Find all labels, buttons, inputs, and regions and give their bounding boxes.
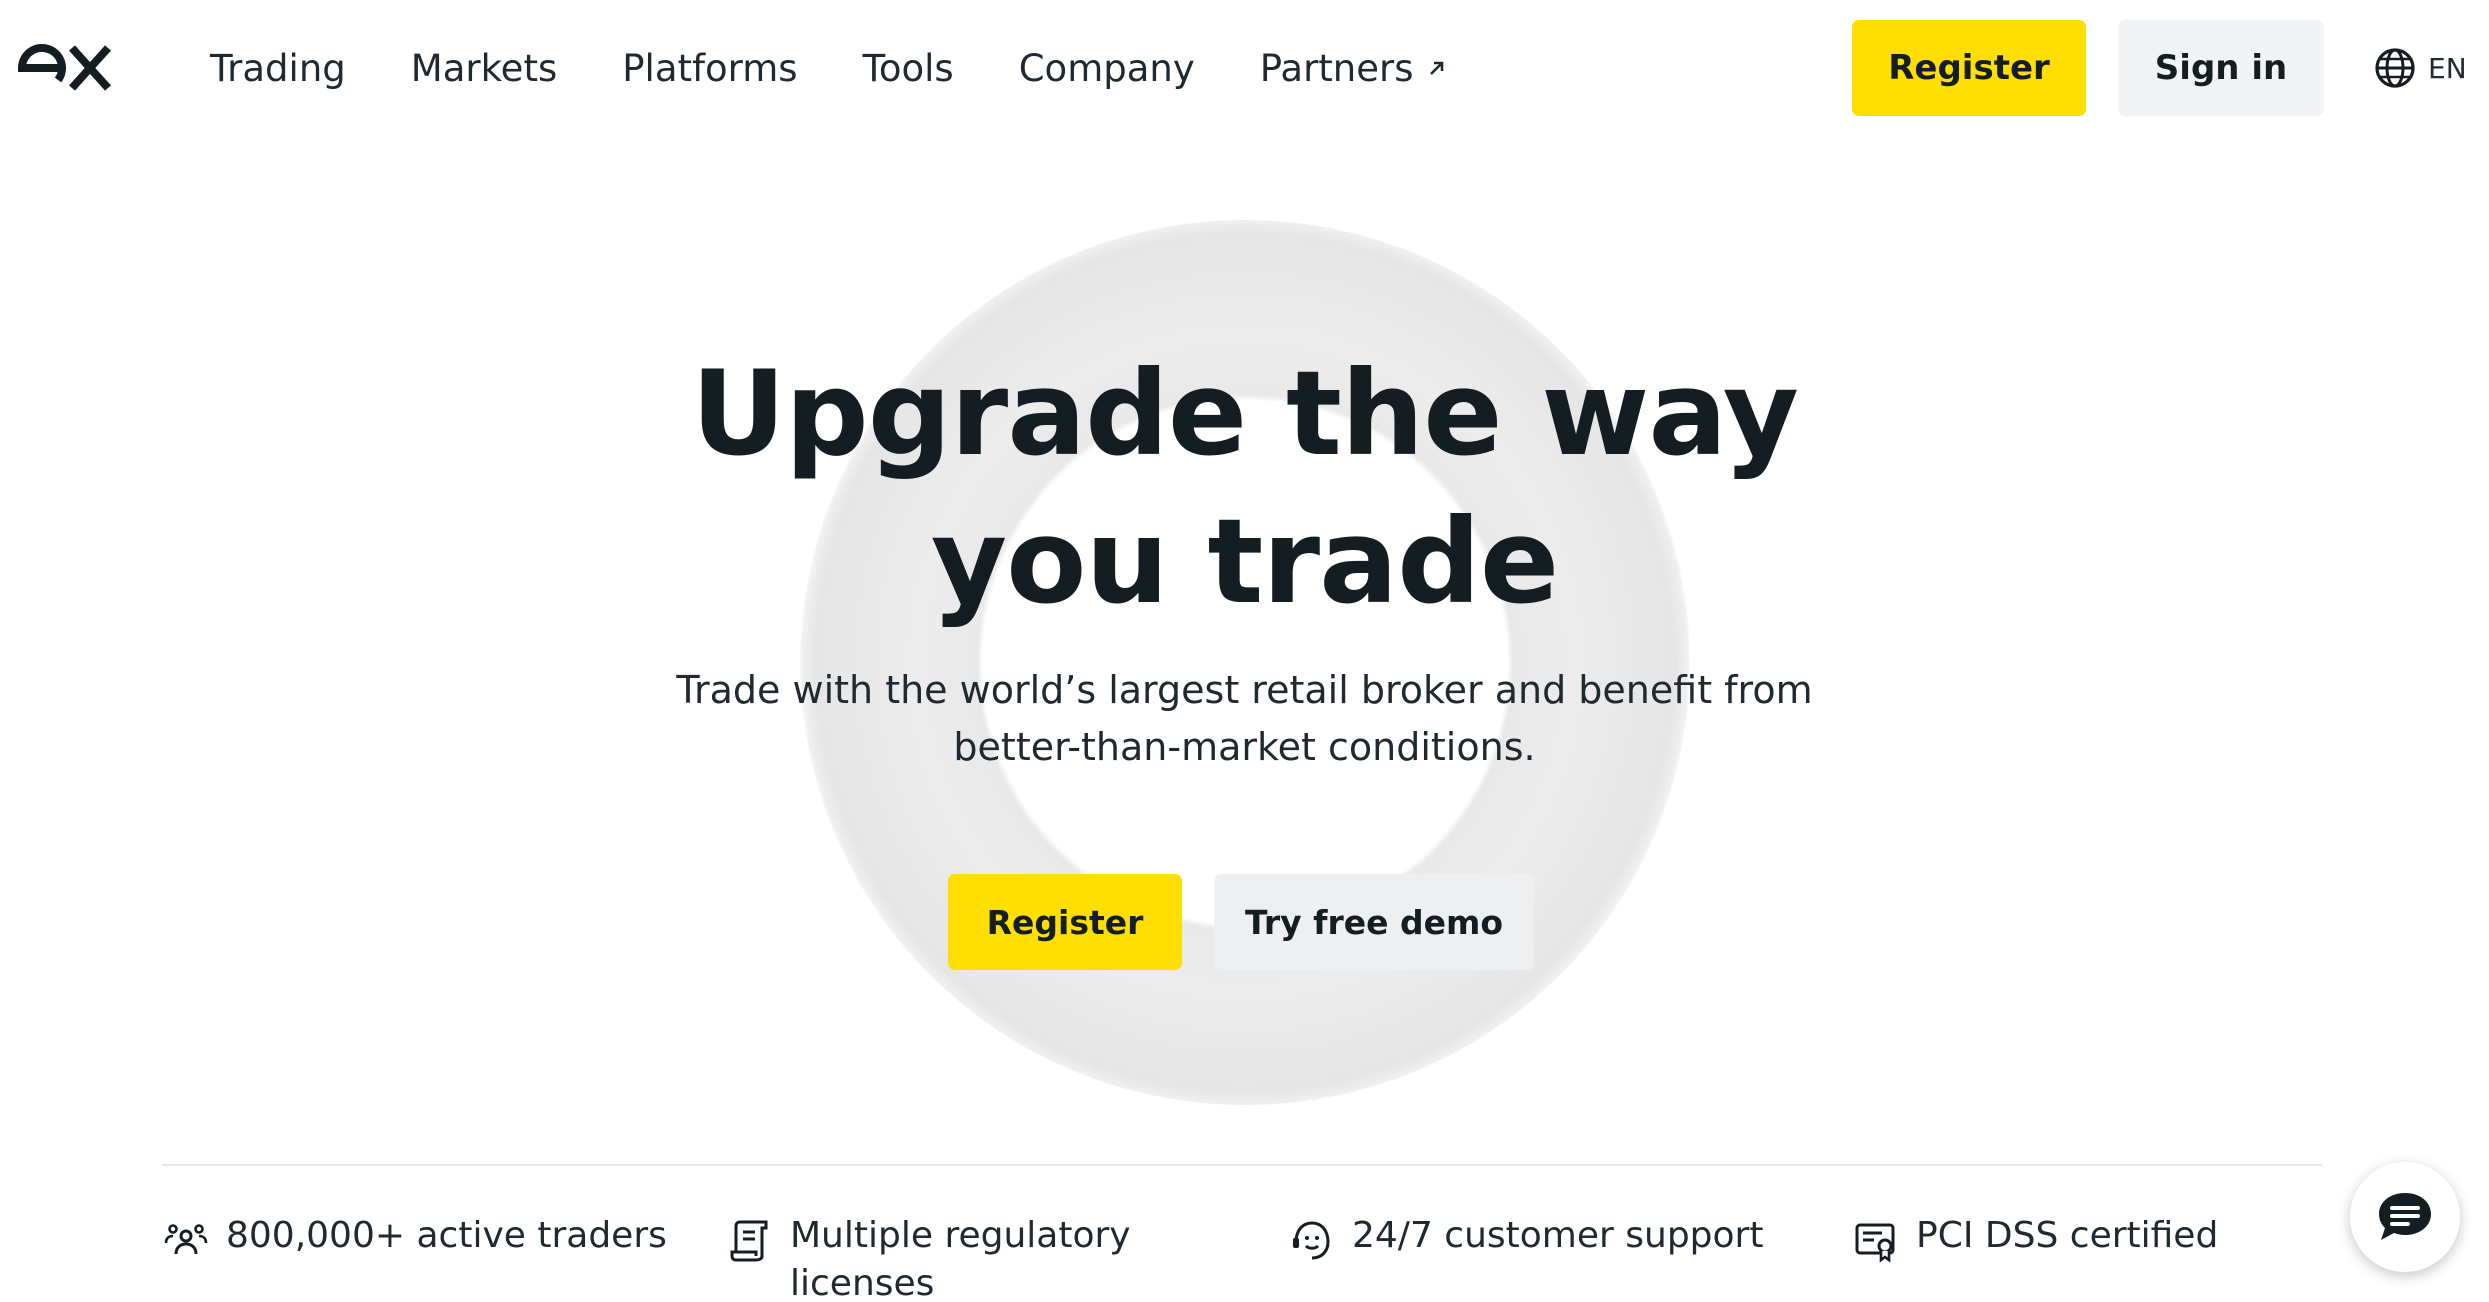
globe-icon: [2375, 48, 2415, 88]
exness-logo[interactable]: ex: [16, 38, 116, 98]
nav-partners[interactable]: Partners: [1260, 47, 1448, 90]
nav-company-label: Company: [1018, 46, 1195, 90]
nav-platforms-label: Platforms: [622, 46, 798, 90]
nav-trading[interactable]: Trading: [210, 47, 346, 90]
header-signin-button[interactable]: Sign in: [2118, 20, 2324, 116]
nav-company[interactable]: Company: [1019, 47, 1195, 90]
page: ex Trading Markets Platforms Tools Compa…: [0, 0, 2489, 1302]
main-nav: Trading Markets Platforms Tools Company …: [210, 38, 1513, 98]
feature-customer-support-text: 24/7 customer support: [1352, 1215, 1764, 1256]
nav-tools-label: Tools: [862, 46, 954, 90]
features-divider: [162, 1164, 2322, 1166]
support-headset-icon: [1293, 1221, 1330, 1260]
feature-active-traders: 800,000+ active traders: [162, 1212, 667, 1264]
nav-tools[interactable]: Tools: [863, 47, 954, 90]
language-label: EN: [2428, 51, 2467, 85]
hero-title: Upgrade the way you trade: [0, 340, 2489, 636]
nav-trading-label: Trading: [210, 46, 346, 90]
license-scroll-icon: [730, 1220, 768, 1262]
feature-pci-dss-text: PCI DSS certified: [1916, 1215, 2219, 1256]
users-icon: [164, 1224, 208, 1255]
hero-subtitle-line-1: Trade with the world’s largest retail br…: [676, 668, 1813, 712]
nav-markets-label: Markets: [410, 46, 558, 90]
chat-icon: [2379, 1193, 2431, 1240]
hero-subtitle: Trade with the world’s largest retail br…: [0, 662, 2489, 776]
certificate-icon: [1855, 1223, 1895, 1263]
nav-platforms[interactable]: Platforms: [622, 47, 797, 90]
feature-customer-support: 24/7 customer support: [1288, 1212, 1763, 1264]
hero-subtitle-line-2: better-than-market conditions.: [953, 725, 1536, 769]
feature-regulatory-licenses: Multiple regulatory licenses: [726, 1212, 1146, 1302]
feature-regulatory-licenses-text: Multiple regulatory licenses: [790, 1215, 1131, 1302]
logo-mark-icon: ex: [17, 44, 111, 91]
feature-pci-dss: PCI DSS certified: [1852, 1212, 2218, 1264]
hero-title-line-1: Upgrade the way: [690, 345, 1799, 482]
hero-title-line-2: you trade: [930, 493, 1559, 630]
nav-markets[interactable]: Markets: [411, 47, 557, 90]
try-free-demo-button[interactable]: Try free demo: [1214, 874, 1534, 970]
chat-button[interactable]: [2350, 1162, 2460, 1272]
language-selector[interactable]: EN: [2374, 44, 2467, 92]
hero-register-button[interactable]: Register: [948, 874, 1182, 970]
header-register-button[interactable]: Register: [1852, 20, 2086, 116]
external-arrow-icon: [1426, 57, 1448, 79]
nav-partners-label: Partners: [1259, 46, 1414, 90]
feature-active-traders-text: 800,000+ active traders: [226, 1215, 667, 1256]
